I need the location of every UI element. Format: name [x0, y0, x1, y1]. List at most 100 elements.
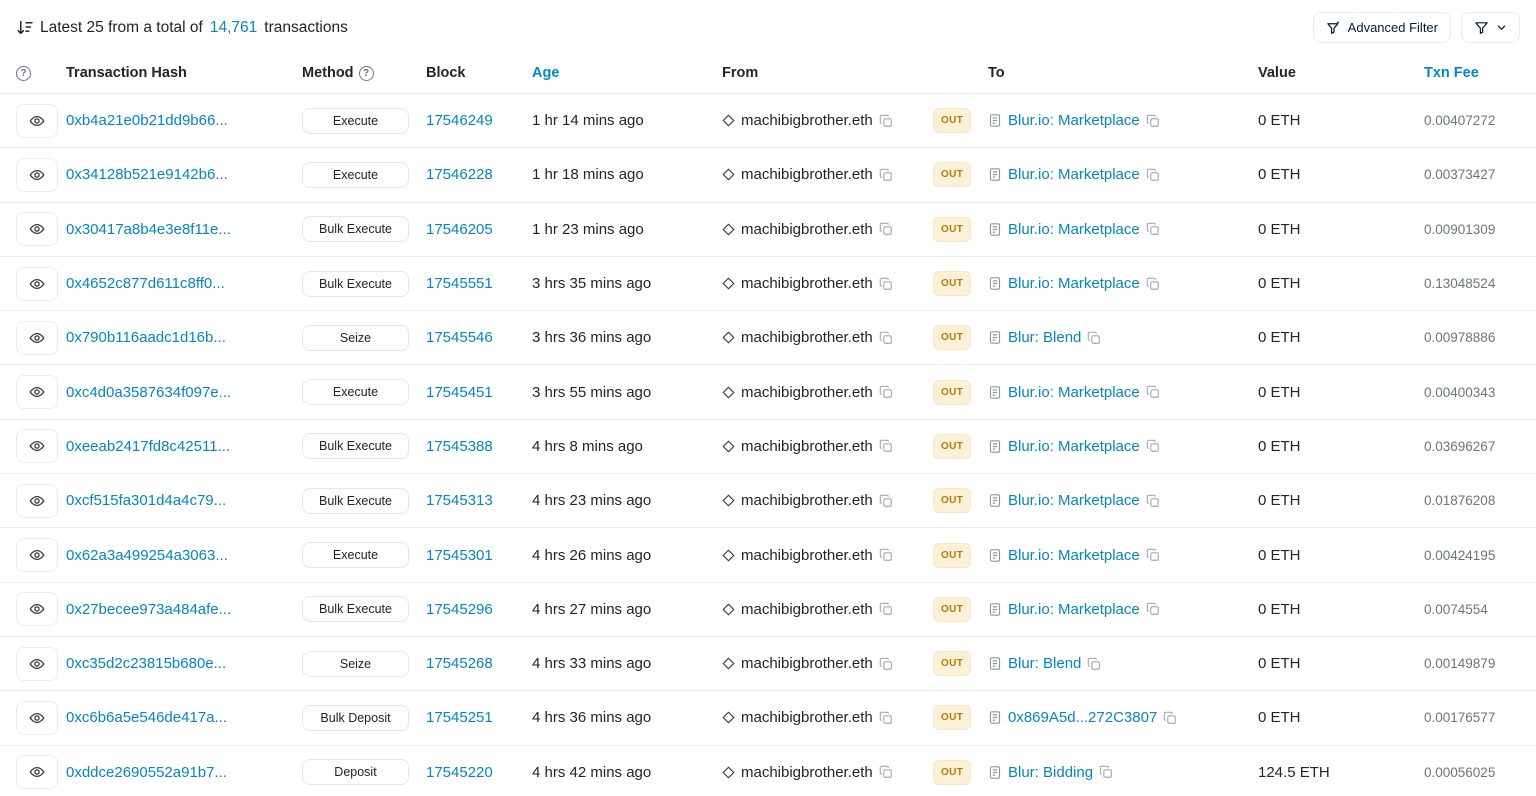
copy-icon[interactable] [879, 114, 893, 128]
transaction-hash-link[interactable]: 0x62a3a499254a3063... [66, 547, 228, 564]
preview-transaction-button[interactable] [16, 212, 58, 246]
block-link[interactable]: 17545268 [426, 655, 493, 672]
from-address-link[interactable]: machibigbrother.eth [741, 655, 873, 672]
to-address-link[interactable]: Blur.io: Marketplace [1008, 275, 1140, 292]
transaction-hash-link[interactable]: 0xc4d0a3587634f097e... [66, 384, 231, 401]
copy-icon[interactable] [879, 602, 893, 616]
from-address-link[interactable]: machibigbrother.eth [741, 601, 873, 618]
copy-icon[interactable] [1087, 331, 1101, 345]
copy-icon[interactable] [879, 168, 893, 182]
copy-icon[interactable] [1146, 385, 1160, 399]
to-address-link[interactable]: Blur.io: Marketplace [1008, 547, 1140, 564]
block-link[interactable]: 17545451 [426, 384, 493, 401]
table-row: 0x62a3a499254a3063... Execute 17545301 4… [0, 528, 1536, 582]
transaction-hash-link[interactable]: 0x27becee973a484afe... [66, 601, 231, 618]
block-link[interactable]: 17545313 [426, 492, 493, 509]
block-link[interactable]: 17545251 [426, 709, 493, 726]
block-link[interactable]: 17545546 [426, 329, 493, 346]
advanced-filter-button[interactable]: Advanced Filter [1313, 12, 1451, 43]
copy-icon[interactable] [879, 277, 893, 291]
to-address-link[interactable]: Blur.io: Marketplace [1008, 384, 1140, 401]
copy-icon[interactable] [1146, 439, 1160, 453]
block-link[interactable]: 17546228 [426, 166, 493, 183]
to-address-link[interactable]: Blur.io: Marketplace [1008, 438, 1140, 455]
copy-icon[interactable] [1099, 765, 1113, 779]
copy-icon[interactable] [1146, 494, 1160, 508]
preview-transaction-button[interactable] [16, 158, 58, 192]
preview-transaction-button[interactable] [16, 647, 58, 681]
from-address-link[interactable]: machibigbrother.eth [741, 329, 873, 346]
transaction-hash-link[interactable]: 0xb4a21e0b21dd9b66... [66, 112, 228, 129]
copy-icon[interactable] [879, 711, 893, 725]
copy-icon[interactable] [879, 439, 893, 453]
preview-transaction-button[interactable] [16, 267, 58, 301]
block-link[interactable]: 17545388 [426, 438, 493, 455]
transaction-hash-link[interactable]: 0xc35d2c23815b680e... [66, 655, 226, 672]
transaction-hash-link[interactable]: 0xeeab2417fd8c42511... [66, 438, 230, 455]
from-address-link[interactable]: machibigbrother.eth [741, 221, 873, 238]
transaction-hash-link[interactable]: 0x790b116aadc1d16b... [66, 329, 226, 346]
transactions-summary: Latest 25 from a total of 14,761 transac… [16, 19, 348, 37]
to-address-link[interactable]: Blur.io: Marketplace [1008, 221, 1140, 238]
transaction-hash-link[interactable]: 0x4652c877d611c8ff0... [66, 275, 225, 292]
from-address-link[interactable]: machibigbrother.eth [741, 547, 873, 564]
from-address-link[interactable]: machibigbrother.eth [741, 492, 873, 509]
from-address-link[interactable]: machibigbrother.eth [741, 709, 873, 726]
preview-transaction-button[interactable] [16, 755, 58, 789]
copy-icon[interactable] [879, 494, 893, 508]
preview-transaction-button[interactable] [16, 701, 58, 735]
copy-icon[interactable] [879, 385, 893, 399]
copy-icon[interactable] [1146, 222, 1160, 236]
copy-icon[interactable] [1146, 277, 1160, 291]
to-address-link[interactable]: Blur.io: Marketplace [1008, 112, 1140, 129]
preview-transaction-button[interactable] [16, 104, 58, 138]
block-link[interactable]: 17545301 [426, 547, 493, 564]
transaction-hash-link[interactable]: 0xc6b6a5e546de417a... [66, 709, 227, 726]
preview-transaction-button[interactable] [16, 375, 58, 409]
copy-icon[interactable] [1146, 114, 1160, 128]
to-address-link[interactable]: Blur.io: Marketplace [1008, 601, 1140, 618]
preview-transaction-button[interactable] [16, 538, 58, 572]
block-link[interactable]: 17546205 [426, 221, 493, 238]
method-help-icon[interactable]: ? [359, 66, 374, 81]
copy-icon[interactable] [879, 657, 893, 671]
copy-icon[interactable] [1146, 548, 1160, 562]
header-txn-fee-toggle[interactable]: Txn Fee [1424, 65, 1479, 81]
from-address-link[interactable]: machibigbrother.eth [741, 384, 873, 401]
block-link[interactable]: 17545551 [426, 275, 493, 292]
from-address-link[interactable]: machibigbrother.eth [741, 438, 873, 455]
preview-transaction-button[interactable] [16, 592, 58, 626]
block-link[interactable]: 17545296 [426, 601, 493, 618]
to-address-link[interactable]: Blur.io: Marketplace [1008, 166, 1140, 183]
transaction-hash-link[interactable]: 0x34128b521e9142b6... [66, 166, 228, 183]
copy-icon[interactable] [1146, 602, 1160, 616]
from-address-link[interactable]: machibigbrother.eth [741, 166, 873, 183]
copy-icon[interactable] [879, 331, 893, 345]
block-link[interactable]: 17546249 [426, 112, 493, 129]
preview-transaction-button[interactable] [16, 429, 58, 463]
filter-dropdown-button[interactable] [1461, 12, 1520, 43]
from-address-link[interactable]: machibigbrother.eth [741, 764, 873, 781]
copy-icon[interactable] [879, 548, 893, 562]
to-address-link[interactable]: Blur.io: Marketplace [1008, 492, 1140, 509]
copy-icon[interactable] [879, 765, 893, 779]
to-address-link[interactable]: Blur: Bidding [1008, 764, 1093, 781]
total-transactions-link[interactable]: 14,761 [210, 19, 257, 37]
header-age-toggle[interactable]: Age [532, 65, 559, 81]
transaction-hash-link[interactable]: 0xcf515fa301d4a4c79... [66, 492, 226, 509]
to-address-link[interactable]: Blur: Blend [1008, 655, 1081, 672]
help-question-icon[interactable]: ? [16, 66, 31, 81]
block-link[interactable]: 17545220 [426, 764, 493, 781]
preview-transaction-button[interactable] [16, 484, 58, 518]
copy-icon[interactable] [879, 222, 893, 236]
transaction-hash-link[interactable]: 0xddce2690552a91b7... [66, 764, 227, 781]
copy-icon[interactable] [1163, 711, 1177, 725]
preview-transaction-button[interactable] [16, 321, 58, 355]
copy-icon[interactable] [1146, 168, 1160, 182]
to-address-link[interactable]: 0x869A5d...272C3807 [1008, 709, 1157, 726]
to-address-link[interactable]: Blur: Blend [1008, 329, 1081, 346]
from-address-link[interactable]: machibigbrother.eth [741, 275, 873, 292]
copy-icon[interactable] [1087, 657, 1101, 671]
from-address-link[interactable]: machibigbrother.eth [741, 112, 873, 129]
transaction-hash-link[interactable]: 0x30417a8b4e3e8f11e... [66, 221, 231, 238]
